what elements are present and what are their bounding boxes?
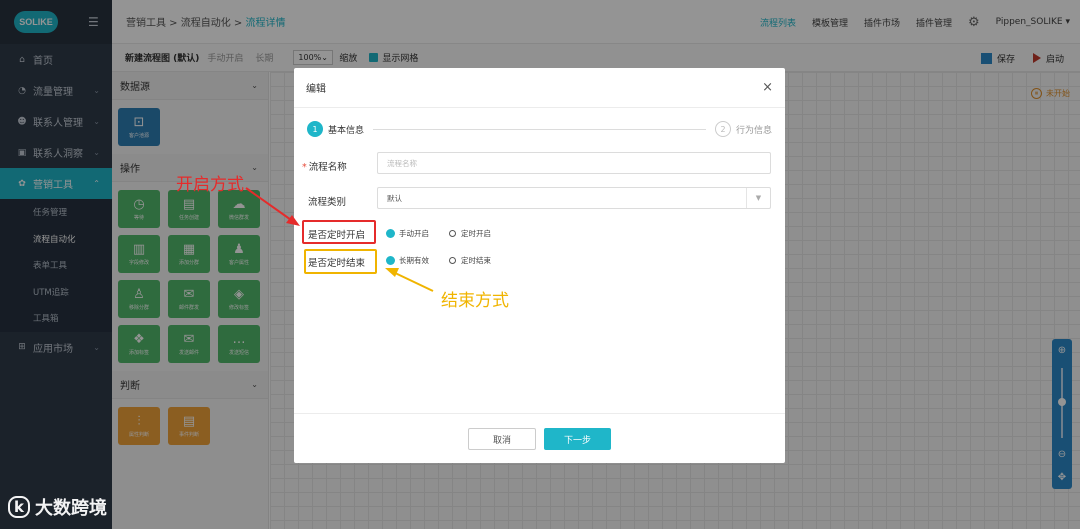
radio-manual-start[interactable]: 手动开启 <box>387 228 429 239</box>
dialog-header: 编辑 × <box>294 68 785 108</box>
radio-label: 手动开启 <box>399 229 429 238</box>
radio-timed-start[interactable]: 定时开启 <box>449 228 491 239</box>
radio-unchecked <box>449 230 456 237</box>
radio-checked <box>387 230 394 237</box>
flow-type-label: 流程类别 <box>308 197 347 208</box>
cancel-button[interactable]: 取消 <box>468 428 536 450</box>
watermark-logo: k <box>8 496 30 518</box>
annotation-end-mode: 结束方式 <box>441 291 509 311</box>
required-marker: * <box>302 162 307 173</box>
flow-name-label: * 流程名称 <box>302 159 347 173</box>
watermark-text: 大数跨境 <box>34 498 107 519</box>
edit-dialog: 编辑 × 1 基本信息 2 行为信息 * 流程名称 流程名称 流程类别 默认 ▼ 是… <box>294 68 785 463</box>
radio-label: 长期有效 <box>399 256 429 265</box>
start-mode-radio-group: 手动开启 定时开启 <box>387 228 511 239</box>
step-1-badge: 1 <box>307 121 323 137</box>
timed-end-label: 是否定时结束 <box>308 258 366 269</box>
flow-name-placeholder: 流程名称 <box>387 158 417 168</box>
radio-timed-end[interactable]: 定时结束 <box>449 255 491 266</box>
radio-label: 定时结束 <box>461 256 491 265</box>
radio-label: 定时开启 <box>461 229 491 238</box>
flow-name-label-text: 流程名称 <box>308 162 347 173</box>
caret-down-icon: ▼ <box>746 188 770 208</box>
dialog-title: 编辑 <box>306 84 326 95</box>
dialog-footer: 取消 下一步 <box>294 413 785 463</box>
step-indicator: 1 基本信息 2 行为信息 <box>307 121 772 137</box>
radio-unchecked <box>449 257 456 264</box>
step-1-label: 基本信息 <box>328 125 365 136</box>
flow-name-input[interactable]: 流程名称 <box>377 152 771 174</box>
app-root: SOLIKE ☰ ⌂ 首页 ◔ 流量管理 ⌄ ☻ 联系人管理 ⌄ ▣ 联系人洞察… <box>0 0 1080 529</box>
end-mode-radio-group: 长期有效 定时结束 <box>387 255 511 266</box>
step-2-badge: 2 <box>714 121 731 137</box>
timed-start-label: 是否定时开启 <box>308 230 366 241</box>
step-2-label: 行为信息 <box>735 125 772 136</box>
step-connector <box>373 128 706 130</box>
flow-type-value: 默认 <box>387 193 402 203</box>
radio-checked <box>387 257 394 264</box>
annotation-start-mode: 开启方式 <box>176 175 244 195</box>
radio-long-term[interactable]: 长期有效 <box>387 255 429 266</box>
next-step-button[interactable]: 下一步 <box>544 428 611 450</box>
flow-type-select[interactable]: 默认 ▼ <box>377 187 771 209</box>
close-icon[interactable]: × <box>762 80 773 95</box>
watermark: k 大数跨境 <box>8 494 107 520</box>
